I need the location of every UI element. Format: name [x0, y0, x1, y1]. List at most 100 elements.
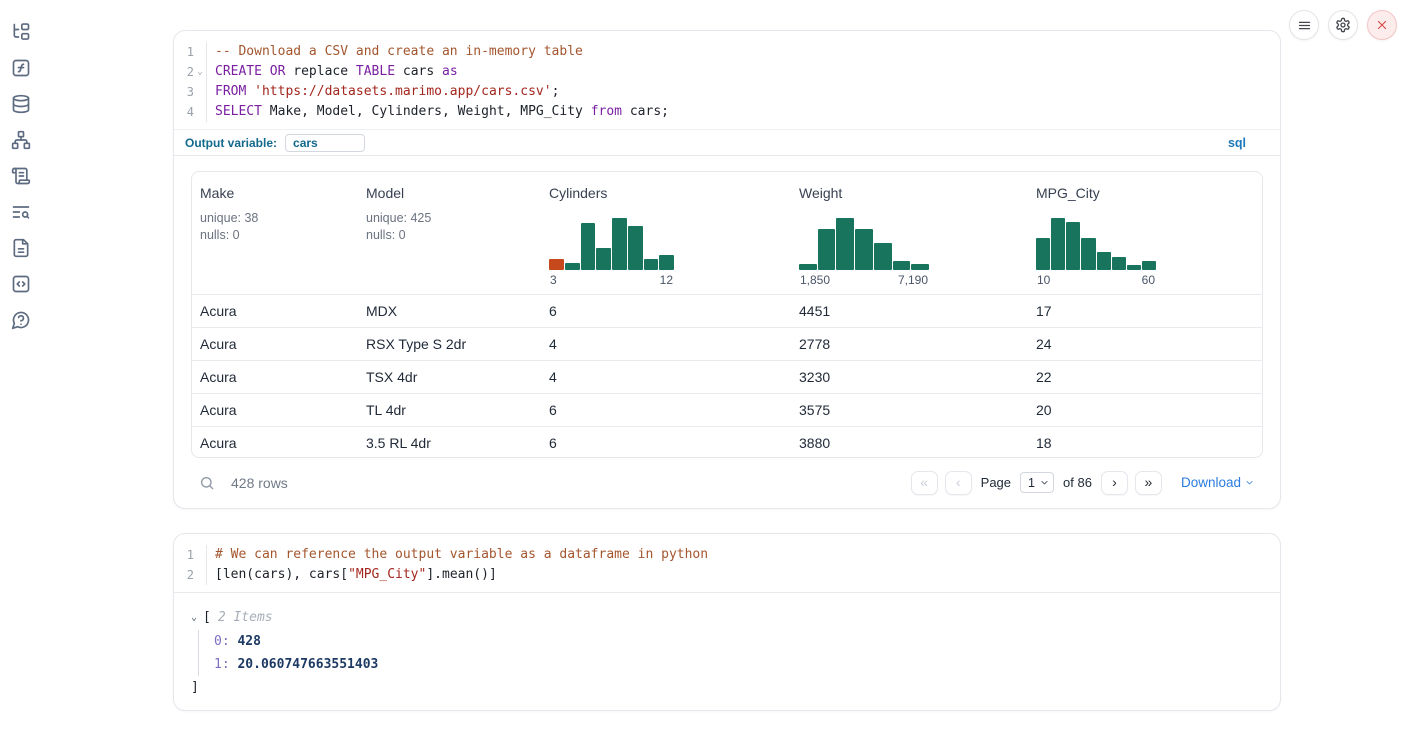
shutdown-button[interactable]	[1367, 10, 1397, 40]
sql-code-editor[interactable]: 1 -- Download a CSV and create an in-memo…	[174, 31, 1280, 129]
next-page-button[interactable]: ›	[1101, 471, 1128, 495]
histogram-bars	[799, 216, 929, 270]
help-bubble-icon	[11, 310, 31, 330]
histogram-bar[interactable]	[893, 261, 911, 270]
sql-cell: 1 -- Download a CSV and create an in-memo…	[173, 30, 1281, 509]
axis-max-label: 7,190	[898, 273, 928, 287]
output-variable-input[interactable]	[285, 134, 365, 152]
histogram-bar[interactable]	[581, 223, 596, 270]
column-header[interactable]: Makeunique: 38nulls: 0	[192, 172, 358, 294]
table-cell: Acura	[192, 369, 358, 385]
line-number: 1	[174, 545, 194, 565]
column-histogram: 1060	[1036, 216, 1156, 287]
table-row[interactable]: AcuraMDX6445117	[192, 294, 1262, 327]
last-page-button[interactable]: »	[1135, 471, 1162, 495]
histogram-bar[interactable]	[1097, 252, 1111, 270]
table-row[interactable]: AcuraTL 4dr6357520	[192, 393, 1262, 426]
prev-page-button[interactable]: ‹	[945, 471, 972, 495]
output-variable-bar: Output variable: sql	[174, 129, 1280, 156]
histogram-bar[interactable]	[1081, 238, 1095, 270]
table-cell: 4	[541, 336, 791, 352]
table-cell: TSX 4dr	[358, 369, 541, 385]
histogram-bar[interactable]	[612, 218, 627, 270]
histogram-bar[interactable]	[836, 218, 854, 270]
histogram-bar[interactable]	[911, 264, 929, 270]
histogram-bar[interactable]	[1066, 222, 1080, 270]
line-number: 1	[174, 42, 194, 62]
search-icon[interactable]	[199, 475, 215, 491]
table-row[interactable]: Acura3.5 RL 4dr6388018	[192, 426, 1262, 458]
code-line[interactable]: 4SELECT Make, Model, Cylinders, Weight, …	[174, 102, 1280, 122]
table-cell: Acura	[192, 336, 358, 352]
python-cell: 1# We can reference the output variable …	[173, 533, 1281, 711]
histogram-bar[interactable]	[1036, 238, 1050, 270]
histogram-bar[interactable]	[799, 264, 817, 270]
column-header[interactable]: MPG_City1060	[1028, 172, 1262, 294]
code-text: [len(cars), cars["MPG_City"].mean()]	[206, 565, 1280, 585]
item-index: 0:	[214, 634, 230, 649]
collapse-chevron-icon[interactable]: ⌄	[191, 612, 203, 623]
first-page-button[interactable]: «	[911, 471, 938, 495]
chevron-down-icon	[1040, 478, 1049, 487]
histogram-bar[interactable]	[628, 226, 643, 270]
histogram-bar[interactable]	[644, 259, 659, 270]
sidebar-item-datasources[interactable]	[11, 94, 31, 114]
code-line[interactable]: 2[len(cars), cars["MPG_City"].mean()]	[174, 565, 1280, 585]
table-body: AcuraMDX6445117AcuraRSX Type S 2dr427782…	[192, 294, 1262, 458]
table-row[interactable]: AcuraTSX 4dr4323022	[192, 360, 1262, 393]
page-select[interactable]: 1	[1020, 472, 1054, 493]
menu-button[interactable]	[1289, 10, 1319, 40]
sidebar-item-logs[interactable]	[11, 166, 31, 186]
sidebar-item-help[interactable]	[11, 310, 31, 330]
fold-spacer	[194, 102, 206, 122]
fold-chevron-icon[interactable]: ⌄	[194, 62, 206, 82]
histogram-bar[interactable]	[565, 263, 580, 270]
code-text: -- Download a CSV and create an in-memor…	[206, 42, 1280, 62]
column-header[interactable]: Weight1,8507,190	[791, 172, 1028, 294]
table-cell: 17	[1028, 303, 1262, 319]
histogram-bar[interactable]	[874, 243, 892, 270]
axis-max-label: 12	[660, 273, 673, 287]
histogram-bar[interactable]	[1142, 261, 1156, 270]
pagination: « ‹ Page 1 of 86 › » Download	[911, 471, 1254, 495]
code-line[interactable]: 3FROM 'https://datasets.marimo.app/cars.…	[174, 82, 1280, 102]
sidebar-item-dependency-graph[interactable]	[11, 130, 31, 150]
histogram-bar[interactable]	[818, 229, 836, 270]
page-label: Page	[981, 475, 1011, 490]
table-cell: 6	[541, 435, 791, 451]
open-bracket: [	[203, 610, 211, 625]
histogram-bar[interactable]	[855, 229, 873, 270]
sidebar-item-documentation[interactable]	[11, 238, 31, 258]
code-text: SELECT Make, Model, Cylinders, Weight, M…	[206, 102, 1280, 122]
table-cell: 24	[1028, 336, 1262, 352]
sidebar-item-snippets[interactable]	[11, 274, 31, 294]
table-cell: 20	[1028, 402, 1262, 418]
histogram-bar[interactable]	[1112, 257, 1126, 270]
table-cell: 2778	[791, 336, 1028, 352]
code-line[interactable]: 1# We can reference the output variable …	[174, 545, 1280, 565]
histogram-bar[interactable]	[1051, 218, 1065, 270]
column-header[interactable]: Cylinders312	[541, 172, 791, 294]
histogram-bar[interactable]	[659, 255, 674, 270]
table-row[interactable]: AcuraRSX Type S 2dr4277824	[192, 327, 1262, 360]
items-count-label: 2 Items	[218, 610, 273, 625]
fold-spacer	[194, 82, 206, 102]
scroll-text-icon	[11, 166, 31, 186]
item-value: 20.060747663551403	[230, 657, 379, 672]
sidebar-item-file-tree[interactable]	[11, 22, 31, 42]
settings-button[interactable]	[1328, 10, 1358, 40]
table-footer: 428 rows « ‹ Page 1 of 86 › » Download	[174, 458, 1280, 507]
table-cell: RSX Type S 2dr	[358, 336, 541, 352]
item-index: 1:	[214, 657, 230, 672]
histogram-bar[interactable]	[1127, 265, 1141, 270]
code-line[interactable]: 1 -- Download a CSV and create an in-memo…	[174, 42, 1280, 62]
histogram-bar[interactable]	[596, 248, 611, 270]
download-button[interactable]: Download	[1181, 475, 1254, 490]
python-code-editor[interactable]: 1# We can reference the output variable …	[174, 534, 1280, 592]
table-cell: 6	[541, 402, 791, 418]
column-header[interactable]: Modelunique: 425nulls: 0	[358, 172, 541, 294]
code-line[interactable]: 2⌄CREATE OR replace TABLE cars as	[174, 62, 1280, 82]
histogram-bar[interactable]	[549, 259, 564, 270]
sidebar-item-functions[interactable]	[11, 58, 31, 78]
sidebar-item-trace-search[interactable]	[11, 202, 31, 222]
